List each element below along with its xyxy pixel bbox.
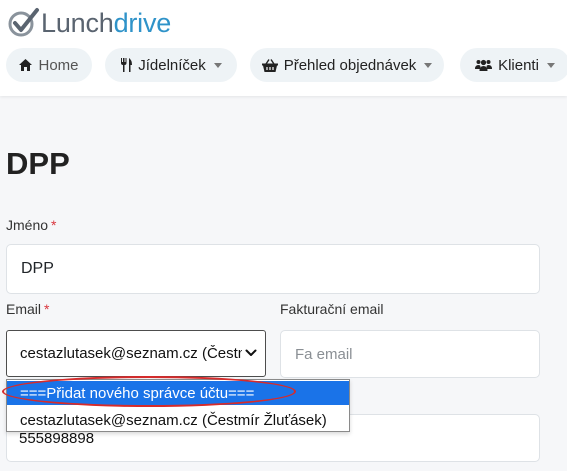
nav-menu-button[interactable]: Jídelníček (105, 48, 237, 82)
basket-icon (261, 58, 278, 72)
fork-knife-icon (121, 58, 133, 72)
nav-menu-label: Jídelníček (138, 56, 206, 74)
required-mark: * (51, 217, 57, 233)
top-header: Lunchdrive Home Jídelníček Přehled objed… (0, 0, 567, 96)
dropdown-option-add-admin[interactable]: ===Přidat nového správce účtu=== (7, 381, 349, 405)
brand-name: Lunchdrive (41, 7, 172, 38)
page-title: DPP (6, 146, 70, 181)
email-label: Email * (6, 301, 50, 317)
email-select-value: cestazlutasek@seznam.cz (Čestmír Žluťáse… (20, 345, 242, 362)
nav-clients-button[interactable]: Klienti (460, 48, 567, 82)
dropdown-option-email[interactable]: cestazlutasek@seznam.cz (Čestmír Žluťáse… (7, 408, 349, 432)
name-input[interactable]: DPP (6, 244, 540, 294)
billing-email-placeholder: Fa email (295, 345, 353, 363)
nav-home-label: Home (38, 56, 79, 74)
users-icon (475, 59, 493, 71)
required-mark: * (44, 301, 50, 317)
name-input-value: DPP (21, 260, 54, 277)
chevron-down-icon (546, 62, 555, 68)
checkmark-badge-icon (8, 8, 39, 37)
billing-email-input[interactable]: Fa email (280, 330, 540, 378)
email-select[interactable]: cestazlutasek@seznam.cz (Čestmír Žluťáse… (6, 330, 266, 377)
nav-orders-button[interactable]: Přehled objednávek (250, 48, 444, 82)
billing-email-label: Fakturační email (280, 301, 384, 317)
chevron-down-icon (213, 62, 222, 68)
nav-clients-label: Klienti (498, 56, 539, 74)
email-dropdown-list: ===Přidat nového správce účtu=== cestazl… (6, 379, 350, 432)
nav-orders-label: Přehled objednávek (283, 56, 417, 74)
phone-input-value: 555898898 (19, 430, 95, 447)
name-label: Jméno * (6, 217, 57, 233)
home-icon (19, 59, 33, 71)
nav-home-button[interactable]: Home (6, 48, 92, 82)
chevron-down-icon (245, 349, 257, 356)
chevron-down-icon (424, 62, 433, 68)
brand-logo[interactable]: Lunchdrive (6, 6, 171, 40)
